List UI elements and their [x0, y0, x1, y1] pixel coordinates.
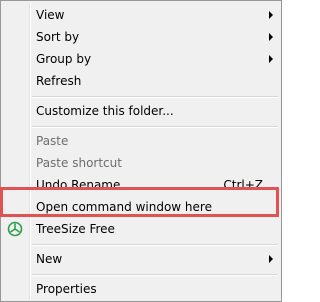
menu-separator: [32, 126, 278, 128]
menu-item-group-by[interactable]: Group by: [3, 48, 279, 70]
menu-item-label: TreeSize Free: [36, 222, 115, 236]
menu-item-customize-folder[interactable]: Customize this folder...: [3, 100, 279, 122]
menu-separator: [32, 244, 278, 246]
context-menu: View Sort by Group by Refresh Customize …: [0, 0, 282, 302]
submenu-arrow-icon: [269, 55, 273, 63]
menu-item-view[interactable]: View: [3, 4, 279, 26]
highlight-box: [0, 187, 279, 217]
treesize-icon: [7, 221, 23, 237]
menu-separator: [32, 274, 278, 276]
menu-item-label: Group by: [36, 52, 92, 66]
menu-separator: [32, 96, 278, 98]
menu-item-refresh[interactable]: Refresh: [3, 70, 279, 92]
menu-item-paste[interactable]: Paste: [3, 130, 279, 152]
menu-item-label: Refresh: [36, 74, 82, 88]
menu-item-label: Customize this folder...: [36, 104, 174, 118]
menu-item-paste-shortcut[interactable]: Paste shortcut: [3, 152, 279, 174]
menu-item-sort-by[interactable]: Sort by: [3, 26, 279, 48]
menu-item-label: View: [36, 8, 65, 22]
submenu-arrow-icon: [269, 255, 273, 263]
submenu-arrow-icon: [269, 33, 273, 41]
menu-item-label: Sort by: [36, 30, 80, 44]
menu-item-new[interactable]: New: [3, 248, 279, 270]
menu-item-label: Properties: [36, 282, 97, 296]
submenu-arrow-icon: [269, 11, 273, 19]
menu-item-treesize-free[interactable]: TreeSize Free: [3, 218, 279, 240]
menu-item-label: Paste: [36, 134, 69, 148]
menu-item-label: Paste shortcut: [36, 156, 122, 170]
menu-item-properties[interactable]: Properties: [3, 278, 279, 300]
menu-item-label: New: [36, 252, 63, 266]
